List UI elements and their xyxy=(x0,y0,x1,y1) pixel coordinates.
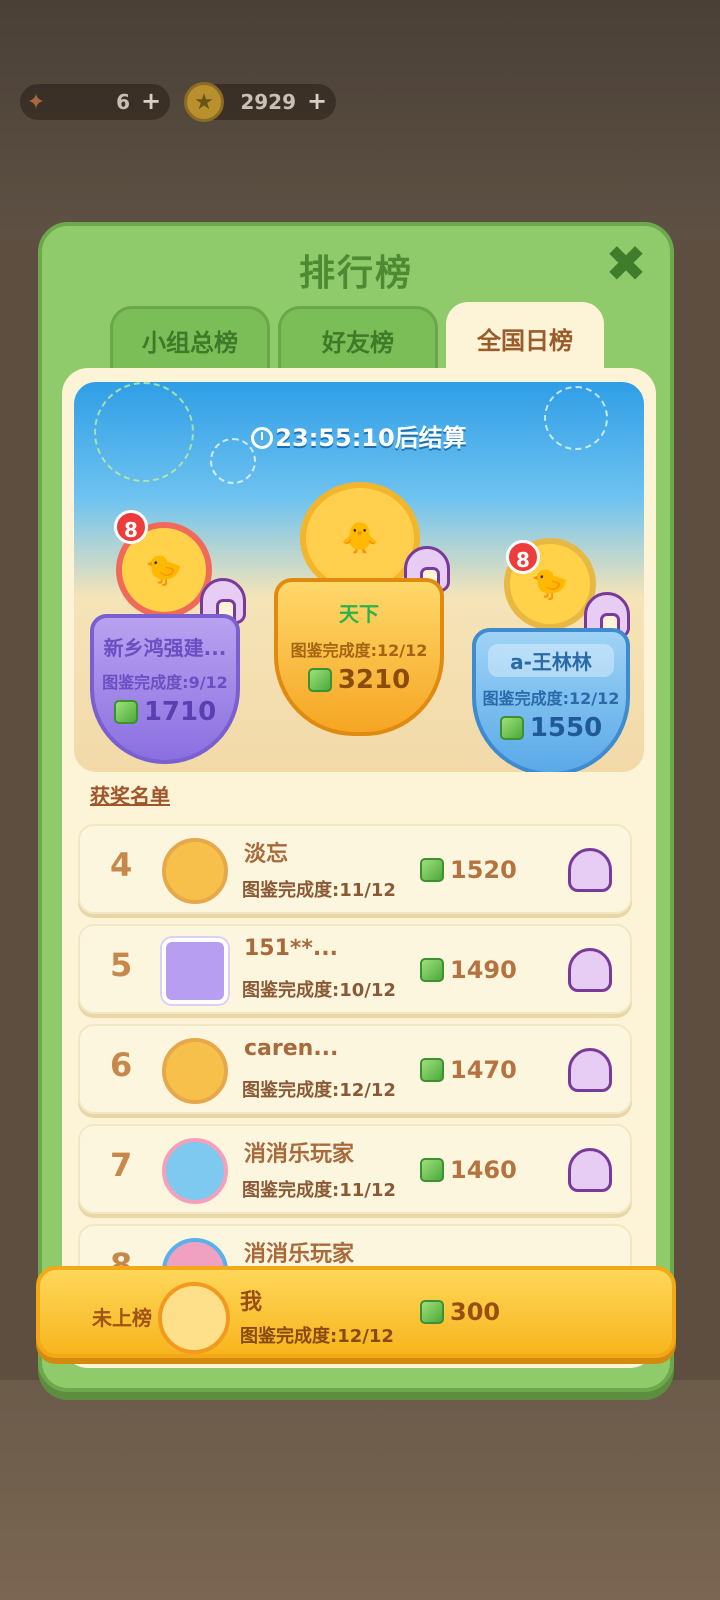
first-place-name: 天下 xyxy=(339,602,379,626)
level-badge: 8 xyxy=(506,540,540,574)
firecracker-icon: ✦ xyxy=(26,89,46,115)
awards-list-label: 获奖名单 xyxy=(90,784,170,808)
countdown-text: 23:55:10后结算 xyxy=(275,424,467,452)
tab-national-daily[interactable]: 全国日榜 xyxy=(446,302,604,374)
countdown-timer: 23:55:10后结算 xyxy=(74,418,644,453)
rank-row[interactable]: 5 151**... 图鉴完成度:10/12 1490 xyxy=(78,924,632,1014)
player-completion: 图鉴完成度:12/12 xyxy=(242,1080,396,1101)
third-place-card: a-王林林 图鉴完成度:12/12 1550 xyxy=(472,628,630,772)
leaderboard-content: 23:55:10后结算 🐤 8 新乡鸿强建... 图鉴完成度:9/12 1710… xyxy=(62,368,656,1368)
tab-group-total[interactable]: 小组总榜 xyxy=(110,306,270,372)
player-completion: 图鉴完成度:11/12 xyxy=(242,880,396,901)
pillow-reward-icon xyxy=(568,1148,612,1192)
player-score: 1470 xyxy=(450,1056,517,1084)
game-background-bottom xyxy=(0,1380,720,1600)
coin-count: 2929 xyxy=(240,90,296,114)
my-name: 我 xyxy=(240,1290,263,1315)
coin-counter: ★ 2929 + xyxy=(184,82,336,122)
player-completion: 图鉴完成度:11/12 xyxy=(242,1180,396,1201)
player-score-row: 1470 xyxy=(420,1056,517,1084)
cube-icon xyxy=(420,1300,444,1324)
my-score-row: 300 xyxy=(420,1298,500,1326)
my-rank-bar[interactable]: 未上榜 我 图鉴完成度:12/12 300 xyxy=(36,1266,676,1358)
clock-icon xyxy=(251,427,274,449)
player-score: 1460 xyxy=(450,1156,517,1184)
my-completion: 图鉴完成度:12/12 xyxy=(240,1326,394,1347)
cube-icon xyxy=(420,1058,444,1082)
my-rank-status: 未上榜 xyxy=(92,1306,152,1330)
player-name: 151**... xyxy=(244,936,339,961)
player-avatar xyxy=(162,1038,228,1104)
first-place-score: 3210 xyxy=(337,665,411,695)
cube-icon xyxy=(113,700,138,724)
cube-icon xyxy=(420,958,444,982)
panel-title: 排行榜 xyxy=(298,253,413,294)
second-place-name: 新乡鸿强建... xyxy=(103,636,227,660)
cube-icon xyxy=(420,1158,444,1182)
add-firecracker-button[interactable]: + xyxy=(138,89,164,115)
first-place-completion: 图鉴完成度:12/12 xyxy=(290,641,428,660)
third-place-name: a-王林林 xyxy=(488,644,614,677)
third-place-completion: 图鉴完成度:12/12 xyxy=(482,689,620,708)
tab-friends[interactable]: 好友榜 xyxy=(278,306,438,372)
cube-icon xyxy=(499,716,524,740)
player-score-row: 1460 xyxy=(420,1156,517,1184)
pillow-reward-icon xyxy=(568,948,612,992)
player-name: 消消乐玩家 xyxy=(244,1242,355,1267)
first-place-card: 天下 图鉴完成度:12/12 3210 xyxy=(274,578,444,736)
third-place-score-row: 1550 xyxy=(476,713,626,743)
rank-row[interactable]: 6 caren... 图鉴完成度:12/12 1470 xyxy=(78,1024,632,1114)
firecracker-count: 6 xyxy=(116,90,130,114)
coin-icon: ★ xyxy=(184,82,224,122)
second-place-score-row: 1710 xyxy=(94,697,236,727)
rank-number: 5 xyxy=(110,946,133,984)
player-completion: 图鉴完成度:10/12 xyxy=(242,980,396,1001)
second-place-card: 新乡鸿强建... 图鉴完成度:9/12 1710 xyxy=(90,614,240,764)
first-place-score-row: 3210 xyxy=(278,665,440,695)
rank-number: 7 xyxy=(110,1146,133,1184)
player-score-row: 1520 xyxy=(420,856,517,884)
pillow-reward-icon xyxy=(568,848,612,892)
player-avatar xyxy=(162,938,228,1004)
firecracker-counter: ✦ 6 + xyxy=(20,84,170,120)
player-score: 1520 xyxy=(450,856,517,884)
my-avatar xyxy=(158,1282,230,1354)
second-place-completion: 图鉴完成度:9/12 xyxy=(102,673,228,692)
rank-number: 4 xyxy=(110,846,133,884)
second-place-score: 1710 xyxy=(143,697,217,727)
podium: 23:55:10后结算 🐤 8 新乡鸿强建... 图鉴完成度:9/12 1710… xyxy=(74,382,644,772)
pillow-reward-icon xyxy=(568,1048,612,1092)
my-score: 300 xyxy=(450,1298,501,1326)
rank-row[interactable]: 4 淡忘 图鉴完成度:11/12 1520 xyxy=(78,824,632,914)
player-name: 淡忘 xyxy=(244,842,289,867)
player-name: 消消乐玩家 xyxy=(244,1142,355,1167)
player-name: caren... xyxy=(244,1036,339,1061)
player-avatar xyxy=(162,838,228,904)
leaderboard-panel: 排行榜 ✖ 小组总榜 好友榜 全国日榜 23:55:10后结算 🐤 8 新乡鸿强… xyxy=(38,222,674,1392)
rank-number: 6 xyxy=(110,1046,133,1084)
player-score: 1490 xyxy=(450,956,517,984)
third-place-score: 1550 xyxy=(529,713,603,743)
rank-row[interactable]: 7 消消乐玩家 图鉴完成度:11/12 1460 xyxy=(78,1124,632,1214)
player-avatar xyxy=(162,1138,228,1204)
add-coin-button[interactable]: + xyxy=(304,89,330,115)
cube-icon xyxy=(420,858,444,882)
cube-icon xyxy=(307,668,332,692)
level-badge: 8 xyxy=(114,510,148,544)
player-score-row: 1490 xyxy=(420,956,517,984)
close-button[interactable]: ✖ xyxy=(604,239,648,289)
game-background-top xyxy=(0,0,720,240)
